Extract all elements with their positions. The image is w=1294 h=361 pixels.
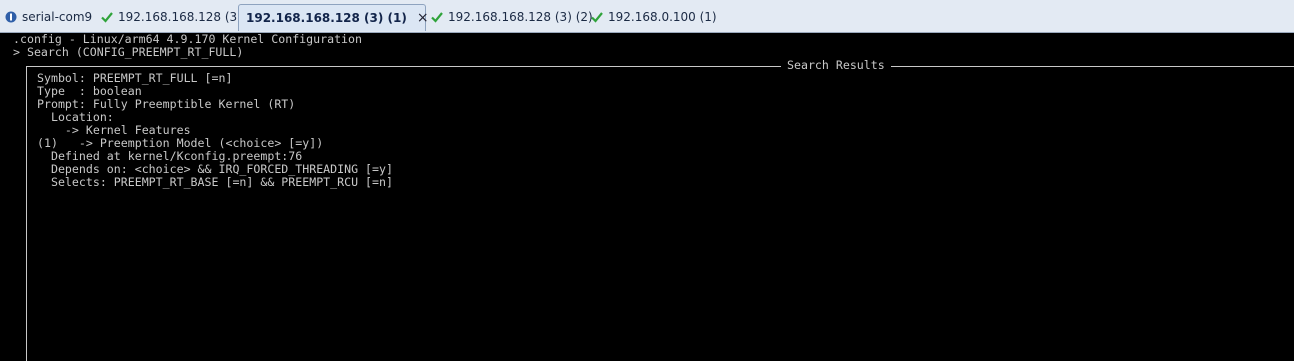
tab-192-168-168-128-3[interactable]: 192.168.168.128 (3) [100,6,242,28]
results-box-top-border [26,66,1294,67]
tab-192-168-168-128-3-1[interactable]: 192.168.168.128 (3) (1) × [238,4,429,31]
tab-label: 192.168.168.128 (3) [118,10,242,24]
tab-label: serial-com9 [22,10,93,24]
tab-label: 192.168.168.128 (3) (1) [246,11,407,25]
tab-label: 192.168.168.128 (3) (2) [448,10,593,24]
close-icon[interactable]: × [417,10,429,26]
check-icon [101,12,113,23]
session-tab-bar: serial-com9 192.168.168.128 (3) 192.168.… [0,0,1294,33]
tab-label: 192.168.0.100 (1) [608,10,717,24]
results-box-title: Search Results [781,59,891,72]
check-icon [591,12,603,23]
tab-serial-com9[interactable]: serial-com9 [4,6,92,28]
serial-port-icon [5,11,17,23]
tab-192-168-0-100-1[interactable]: 192.168.0.100 (1) [590,6,717,28]
results-box-left-border [26,66,27,361]
tab-192-168-168-128-3-2[interactable]: 192.168.168.128 (3) (2) [430,6,593,28]
result-line: Selects: PREEMPT_RT_BASE [=n] && PREEMPT… [37,175,393,189]
breadcrumb: > Search (CONFIG_PREEMPT_RT_FULL) [13,45,244,59]
terminal-screen[interactable]: .config - Linux/arm64 4.9.170 Kernel Con… [0,33,1294,361]
check-icon [431,12,443,23]
